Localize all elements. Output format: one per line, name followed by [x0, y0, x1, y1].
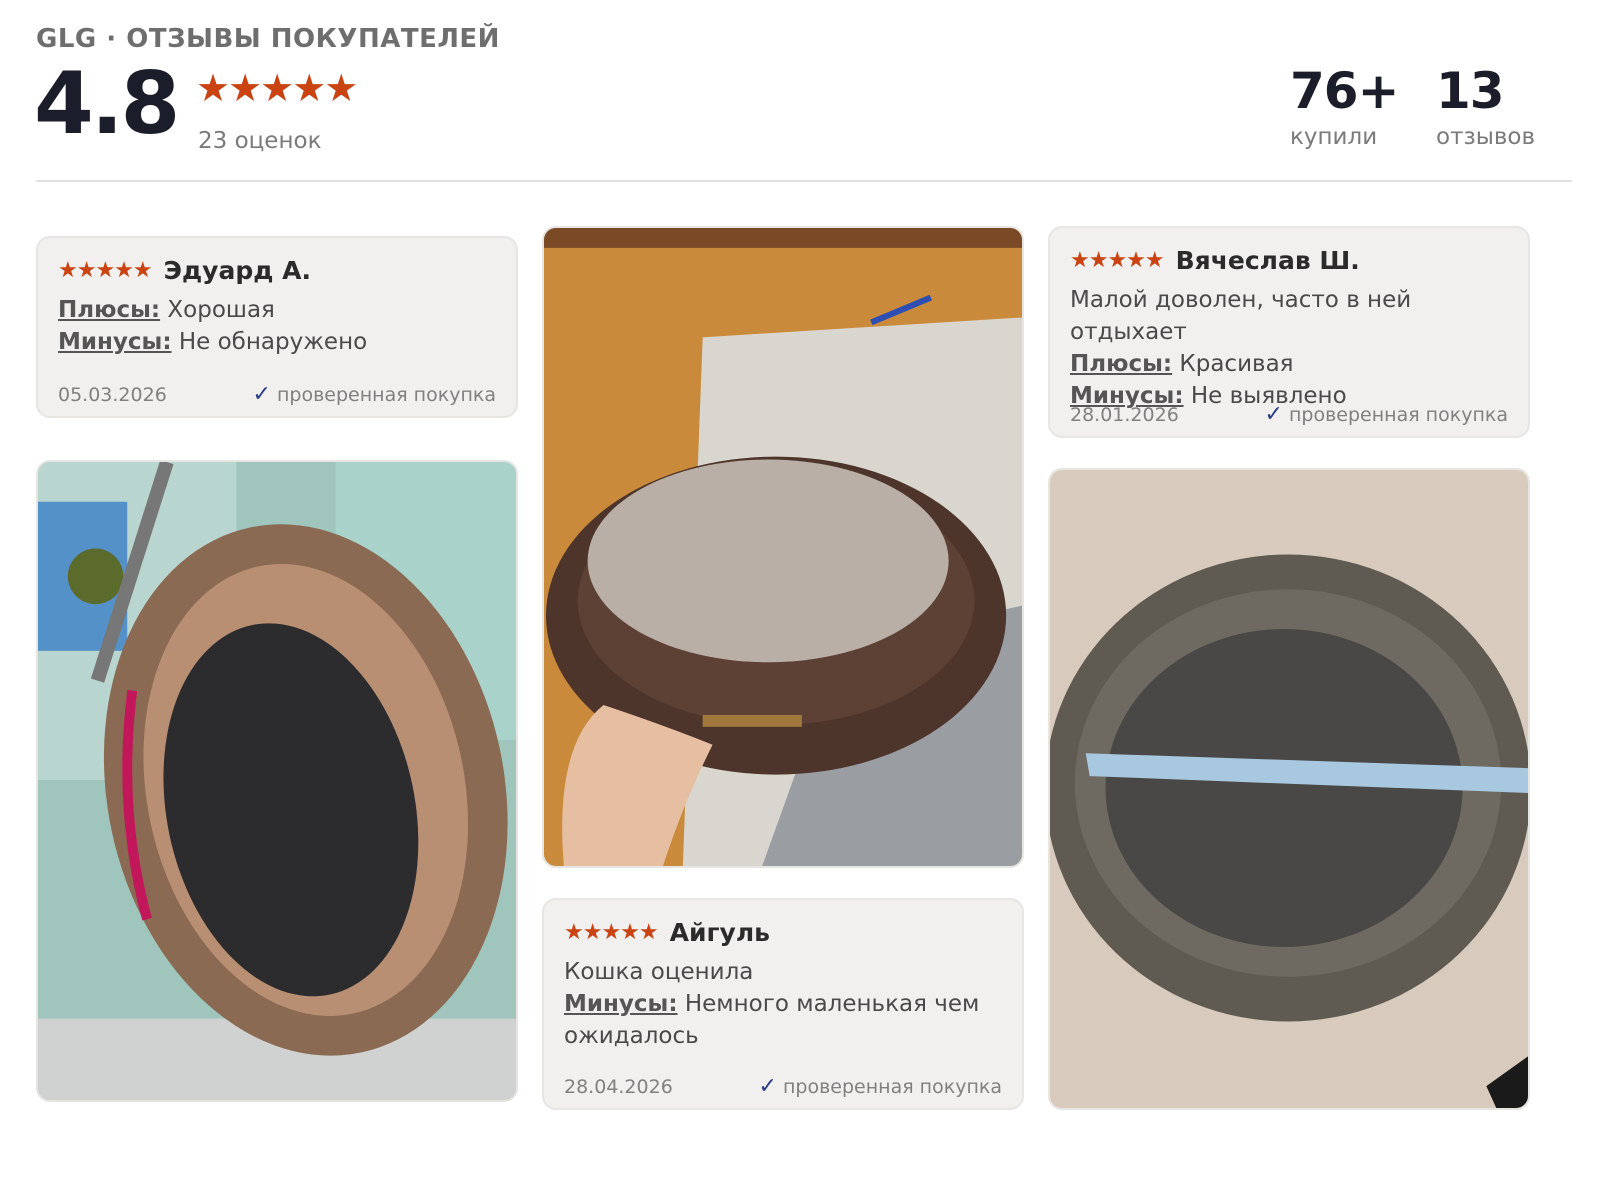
verified-text: проверенная покупка	[782, 1075, 1002, 1098]
brand-header: GLG · ОТЗЫВЫ ПОКУПАТЕЛЕЙ	[36, 24, 500, 54]
review-cons: Минусы: Не обнаружено	[58, 326, 367, 358]
reviews-label: отзывов	[1436, 124, 1536, 150]
review-photo-dark-bed[interactable]	[542, 226, 1024, 868]
bought-value: 76+	[1290, 62, 1399, 120]
bought-label: купили	[1290, 124, 1378, 150]
pros-text: Хорошая	[167, 297, 275, 323]
pros-text: Красивая	[1179, 351, 1294, 377]
review-body: Малой доволен, часто в ней отдыхает Плюс…	[1070, 284, 1528, 412]
ratings-count: 23 оценок	[198, 128, 322, 154]
review-photo-grey-bed[interactable]	[1048, 468, 1530, 1110]
review-photo-brown-bed[interactable]	[36, 460, 518, 1102]
review-comment: Малой доволен, часто в ней отдыхает	[1070, 287, 1412, 345]
review-date: 05.03.2026	[58, 384, 167, 406]
review-head: ★★★★★ Вячеслав Ш.	[1070, 246, 1360, 275]
cons-label: Минусы:	[564, 991, 678, 1017]
photo-image	[544, 228, 1022, 866]
review-cons: Минусы: Немного маленькая чем ожидалось	[564, 988, 1004, 1052]
review-stars: ★★★★★	[1070, 248, 1165, 273]
check-icon: ✓	[758, 1074, 777, 1099]
review-body: Плюсы: Хорошая Минусы: Не обнаружено	[58, 294, 367, 358]
header-divider	[36, 180, 1572, 182]
review-card[interactable]: ★★★★★ Эдуард А. Плюсы: Хорошая Минусы: Н…	[36, 236, 518, 418]
review-author: Айгуль	[669, 918, 770, 947]
review-comment: Кошка оценила	[564, 959, 754, 985]
verified-badge: ✓ проверенная покупка	[759, 1074, 1002, 1099]
cons-text: Не обнаружено	[178, 329, 368, 355]
average-rating: 4.8	[34, 54, 180, 154]
bought-stat: 76+ купили	[1290, 62, 1399, 150]
cons-label: Минусы:	[58, 329, 172, 355]
review-author: Вячеслав Ш.	[1175, 246, 1360, 275]
review-author: Эдуард А.	[163, 256, 311, 285]
review-stars: ★★★★★	[564, 920, 659, 945]
reviews-stat: 13 отзывов	[1436, 62, 1535, 150]
verified-badge: ✓ проверенная покупка	[1265, 402, 1508, 427]
review-head: ★★★★★ Айгуль	[564, 918, 770, 947]
photo-image	[38, 462, 516, 1100]
review-pros: Плюсы: Хорошая	[58, 294, 367, 326]
review-card[interactable]: ★★★★★ Вячеслав Ш. Малой доволен, часто в…	[1048, 226, 1530, 438]
photo-image	[1050, 470, 1528, 1108]
verified-badge: ✓ проверенная покупка	[253, 382, 496, 407]
check-icon: ✓	[1264, 402, 1283, 427]
pros-label: Плюсы:	[1070, 351, 1173, 377]
review-date: 28.01.2026	[1070, 404, 1179, 426]
review-stars: ★★★★★	[58, 258, 153, 283]
review-card[interactable]: ★★★★★ Айгуль Кошка оценила Минусы: Немно…	[542, 898, 1024, 1110]
rating-stars: ★★★★★	[196, 66, 358, 110]
reviews-value: 13	[1436, 62, 1505, 120]
review-head: ★★★★★ Эдуард А.	[58, 256, 311, 285]
check-icon: ✓	[252, 382, 271, 407]
review-date: 28.04.2026	[564, 1076, 673, 1098]
pros-label: Плюсы:	[58, 297, 161, 323]
verified-text: проверенная покупка	[276, 383, 496, 406]
review-pros: Плюсы: Красивая	[1070, 348, 1528, 380]
review-body: Кошка оценила Минусы: Немного маленькая …	[564, 956, 1004, 1052]
verified-text: проверенная покупка	[1288, 403, 1508, 426]
